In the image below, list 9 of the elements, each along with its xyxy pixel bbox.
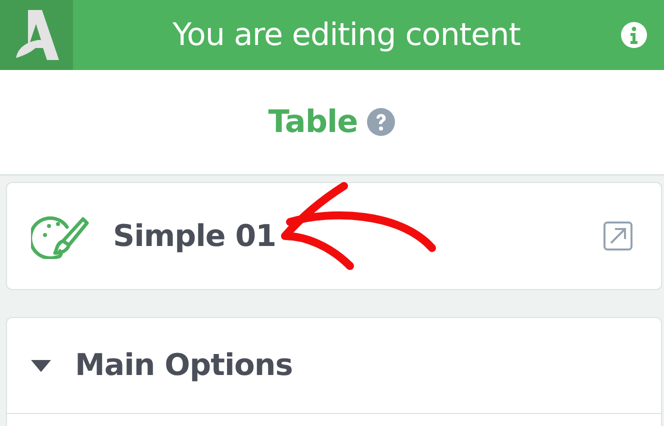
module-title: Table bbox=[268, 102, 358, 142]
logo-icon bbox=[14, 10, 60, 60]
info-icon[interactable] bbox=[620, 21, 648, 49]
external-link-icon[interactable] bbox=[603, 221, 633, 251]
block-name: Simple 01 bbox=[113, 218, 276, 256]
caret-down-icon[interactable] bbox=[31, 360, 51, 372]
help-icon[interactable] bbox=[366, 107, 396, 137]
header-title: You are editing content bbox=[172, 16, 520, 53]
section-title[interactable]: Main Options bbox=[75, 343, 293, 388]
